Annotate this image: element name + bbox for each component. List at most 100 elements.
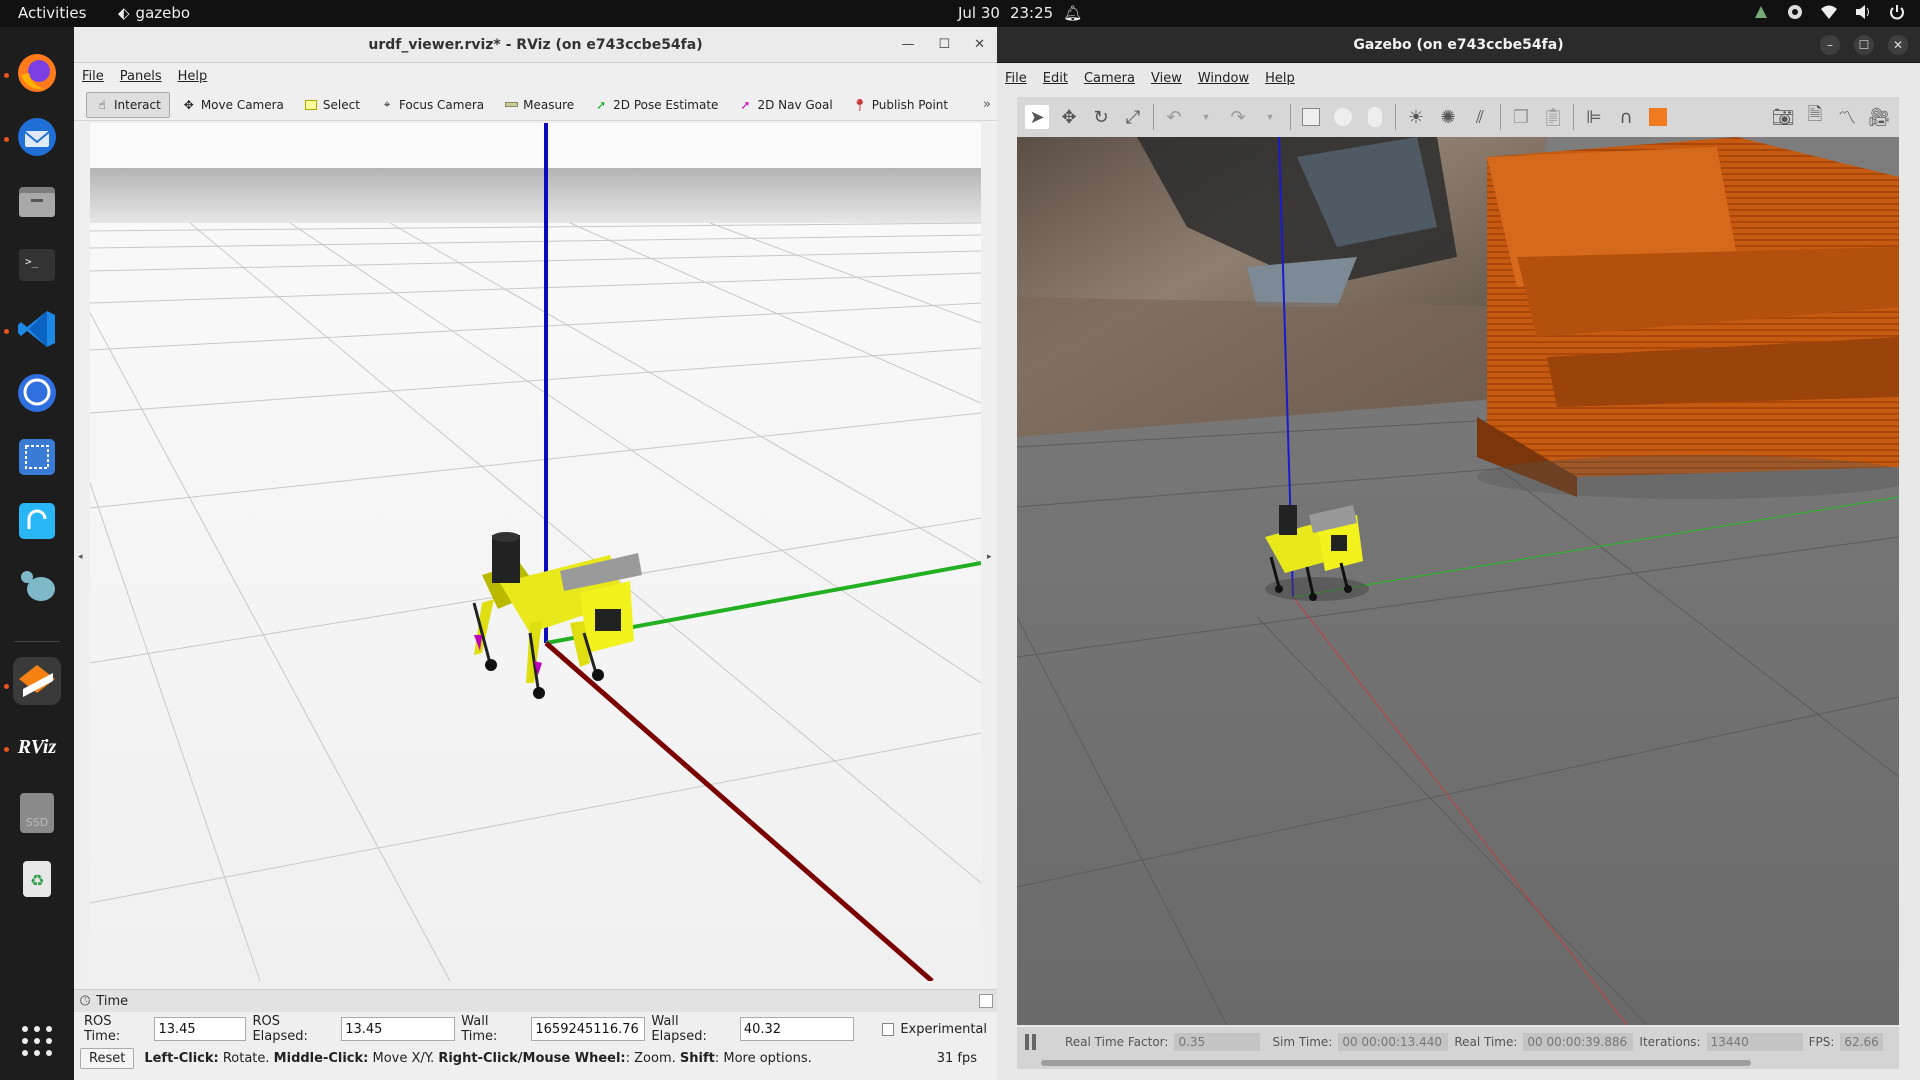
- tool-2d-pose-estimate[interactable]: ➚ 2D Pose Estimate: [586, 92, 726, 118]
- directional-light-icon[interactable]: ⫽: [1468, 105, 1492, 129]
- pause-icon[interactable]: [1025, 1034, 1039, 1050]
- menu-file[interactable]: File: [1005, 71, 1027, 86]
- change-view-icon[interactable]: [1646, 105, 1670, 129]
- time-fields-row: ROS Time: ROS Elapsed: Wall Time: Wall E…: [74, 1012, 997, 1046]
- ssd-label: SSD: [25, 816, 49, 829]
- volume-icon[interactable]: [1854, 3, 1872, 21]
- wall-elapsed-field[interactable]: [739, 1017, 854, 1041]
- reset-button[interactable]: Reset: [80, 1048, 135, 1069]
- close-icon[interactable]: ✕: [1888, 35, 1908, 55]
- app-menu[interactable]: ⬖ gazebo: [118, 4, 190, 22]
- green-arrow-icon: ➚: [596, 97, 607, 112]
- tool-interact[interactable]: ☝ Interact: [86, 91, 170, 118]
- steam-icon[interactable]: [1786, 3, 1804, 21]
- gazebo-icon[interactable]: [13, 657, 61, 705]
- horizontal-scrollbar[interactable]: [1041, 1060, 1751, 1066]
- tool-publish-point[interactable]: 📍︎ Publish Point: [845, 92, 956, 118]
- tool-label: Focus Camera: [398, 97, 485, 112]
- copy-icon[interactable]: ❐: [1509, 105, 1533, 129]
- undo-icon[interactable]: ↶: [1162, 105, 1186, 129]
- minimize-icon[interactable]: –: [1820, 35, 1840, 55]
- redo-dropdown-icon[interactable]: ▾: [1258, 105, 1282, 129]
- tool-measure[interactable]: Measure: [496, 92, 582, 118]
- ros-elapsed-field[interactable]: [341, 1017, 456, 1041]
- focus-icon: ⌖: [383, 97, 391, 111]
- activities-button[interactable]: Activities: [18, 4, 86, 22]
- snap-magnet-icon[interactable]: ∩: [1614, 105, 1638, 129]
- signal-icon[interactable]: [13, 369, 61, 417]
- cylinder-shape-icon[interactable]: [1363, 105, 1387, 129]
- menu-window[interactable]: Window: [1198, 71, 1249, 86]
- spot-light-icon[interactable]: ✺: [1436, 105, 1460, 129]
- redo-icon[interactable]: ↷: [1226, 105, 1250, 129]
- mysql-workbench-icon[interactable]: [13, 561, 61, 609]
- app-grid-icon[interactable]: [13, 1017, 61, 1065]
- vscode-icon[interactable]: [13, 305, 61, 353]
- gazebo-window: Gazebo (on e743ccbe54fa) – ☐ ✕ File Edit…: [997, 27, 1920, 1080]
- bell-icon: 🔔︎: [1063, 4, 1083, 22]
- clock[interactable]: Jul 30 23:25 🔔︎: [958, 4, 1082, 22]
- minimize-icon[interactable]: —: [901, 27, 914, 63]
- video-record-icon[interactable]: 🎥︎: [1867, 105, 1891, 129]
- menu-edit[interactable]: Edit: [1043, 71, 1068, 86]
- select-arrow-icon[interactable]: ➤: [1025, 105, 1049, 129]
- undo-dropdown-icon[interactable]: ▾: [1194, 105, 1218, 129]
- rotate-icon[interactable]: ↻: [1089, 105, 1113, 129]
- toolbar-separator: [1395, 104, 1396, 130]
- sphere-shape-icon[interactable]: [1331, 105, 1355, 129]
- system-tray[interactable]: [1752, 3, 1906, 21]
- wifi-icon[interactable]: [1820, 3, 1838, 21]
- log-data-icon[interactable]: 🗎: [1803, 104, 1827, 129]
- screenshot-icon[interactable]: [13, 433, 61, 481]
- gazebo-3d-viewport[interactable]: [1017, 137, 1899, 1025]
- ros-elapsed-label: ROS Elapsed:: [252, 1014, 308, 1044]
- panel-float-button[interactable]: [979, 994, 993, 1008]
- wall-time-field[interactable]: [531, 1017, 646, 1041]
- nvidia-icon[interactable]: [1752, 3, 1770, 21]
- menu-view[interactable]: View: [1151, 71, 1182, 86]
- rviz-3d-viewport[interactable]: [90, 123, 981, 981]
- align-icon[interactable]: ⊫: [1582, 105, 1606, 129]
- right-dock-arrow-icon[interactable]: ▸: [987, 552, 992, 562]
- time-panel-header: 🕓︎ Time: [74, 990, 997, 1012]
- menu-help[interactable]: Help: [1265, 71, 1295, 86]
- menu-camera[interactable]: Camera: [1084, 71, 1135, 86]
- scale-icon[interactable]: ⤢: [1121, 105, 1145, 129]
- thunderbird-icon[interactable]: [13, 113, 61, 161]
- screenshot-camera-icon[interactable]: 📷︎: [1771, 105, 1795, 129]
- files-icon[interactable]: [13, 177, 61, 225]
- gazebo-titlebar[interactable]: Gazebo (on e743ccbe54fa) – ☐ ✕: [997, 27, 1920, 63]
- maximize-icon[interactable]: ☐: [938, 27, 950, 63]
- remmina-icon[interactable]: [13, 497, 61, 545]
- magenta-arrow-icon: ➚: [740, 97, 751, 112]
- ros-time-field[interactable]: [154, 1017, 247, 1041]
- trash-icon[interactable]: ♻: [13, 855, 61, 903]
- tool-focus-camera[interactable]: ⌖ Focus Camera: [372, 92, 492, 118]
- paste-icon[interactable]: 📋︎: [1541, 105, 1565, 129]
- experimental-checkbox[interactable]: [881, 1022, 895, 1036]
- tool-move-camera[interactable]: ✥ Move Camera: [174, 92, 292, 118]
- rviz-icon[interactable]: RViz: [13, 723, 61, 771]
- toolbar-overflow-icon[interactable]: »: [983, 97, 991, 112]
- menu-help[interactable]: Help: [178, 69, 208, 84]
- plot-icon[interactable]: 〽: [1835, 105, 1859, 129]
- box-shape-icon[interactable]: [1299, 105, 1323, 129]
- point-light-icon[interactable]: ☀: [1404, 105, 1428, 129]
- dock-separator: [14, 641, 60, 642]
- left-dock-arrow-icon[interactable]: ◂: [78, 552, 83, 562]
- gazebo-app-icon: ⬖: [118, 4, 130, 22]
- firefox-icon[interactable]: [13, 49, 61, 97]
- menu-file[interactable]: File: [82, 69, 104, 84]
- rviz-toolbar: ☝ Interact ✥ Move Camera Select ⌖ Focus …: [74, 89, 997, 121]
- ssd-icon[interactable]: SSD: [13, 789, 61, 837]
- power-icon[interactable]: [1888, 3, 1906, 21]
- maximize-icon[interactable]: ☐: [1854, 35, 1874, 55]
- translate-icon[interactable]: ✥: [1057, 105, 1081, 129]
- terminal-icon[interactable]: >_: [13, 241, 61, 289]
- tool-select[interactable]: Select: [296, 92, 368, 118]
- rviz-window: urdf_viewer.rviz* - RViz (on e743ccbe54f…: [74, 27, 997, 1080]
- menu-panels[interactable]: Panels: [120, 69, 162, 84]
- close-icon[interactable]: ✕: [974, 27, 985, 63]
- tool-2d-nav-goal[interactable]: ➚ 2D Nav Goal: [730, 92, 840, 118]
- rviz-titlebar[interactable]: urdf_viewer.rviz* - RViz (on e743ccbe54f…: [74, 27, 997, 63]
